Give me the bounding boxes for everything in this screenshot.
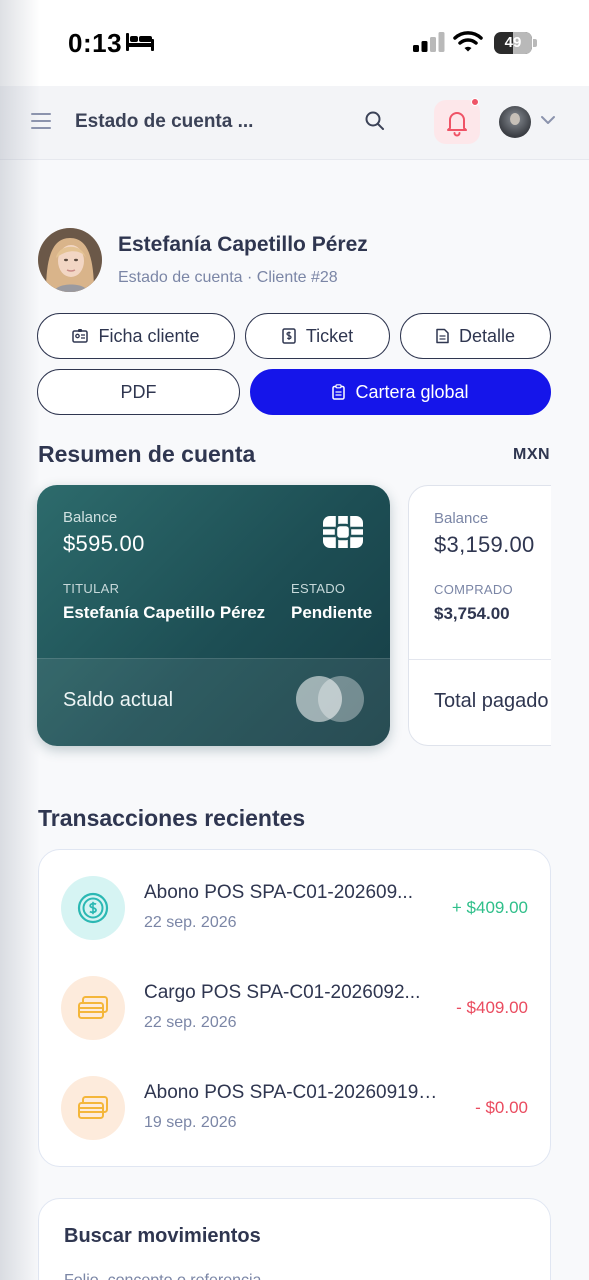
pdf-button[interactable]: PDF: [37, 369, 240, 415]
transaction-date: 19 sep. 2026: [144, 1114, 237, 1131]
search-button[interactable]: [358, 104, 392, 138]
transaction-date: 22 sep. 2026: [144, 1014, 237, 1031]
client-name: Estefanía Capetillo Pérez: [118, 233, 368, 256]
titular-value: Estefanía Capetillo Pérez: [63, 603, 266, 622]
balance-value: $3,159.00: [434, 532, 535, 557]
transaction-amount: + $409.00: [451, 898, 528, 917]
estado-label: ESTADO: [291, 581, 346, 596]
total-pagado-label: Total pagado: [434, 690, 549, 712]
ficha-cliente-button[interactable]: Ficha cliente: [37, 313, 235, 359]
transactions-title: Transacciones recientes: [38, 805, 306, 831]
transaction-date: 22 sep. 2026: [144, 914, 237, 931]
dollar-coin-icon: [61, 876, 125, 940]
transaction-name: Cargo POS SPA-C01-2026092...: [144, 982, 421, 1003]
search-movements-card: Buscar movimientos Folio, concepto o ref…: [38, 1198, 551, 1280]
clipboard-icon: [332, 384, 346, 400]
sleep-focus-icon: [126, 33, 154, 51]
list-item[interactable]: Abono POS SPA-C01-20260919-... 19 sep. 2…: [39, 1050, 550, 1150]
cards-icon: [61, 976, 125, 1040]
ficha-cliente-label: Ficha cliente: [98, 325, 200, 346]
header-title: Estado de cuenta ...: [75, 111, 254, 132]
search-icon: [365, 111, 384, 130]
wifi-icon: [453, 31, 483, 52]
cards-icon: [61, 1076, 125, 1140]
balance-card-secondary[interactable]: Balance $3,159.00 COMPRADO $3,754.00 Tot…: [408, 485, 551, 746]
titular-label: TITULAR: [63, 581, 120, 596]
transaction-amount: - $409.00: [456, 998, 528, 1017]
client-subtitle: Estado de cuenta · Cliente #28: [118, 269, 338, 286]
list-item[interactable]: Cargo POS SPA-C01-2026092... 22 sep. 202…: [39, 950, 550, 1050]
ticket-button[interactable]: Ticket: [245, 313, 390, 359]
ticket-label: Ticket: [305, 325, 354, 346]
balance-value: $595.00: [63, 531, 145, 556]
cell-signal-icon: [413, 32, 445, 52]
balance-card-primary[interactable]: Balance $595.00 TITULAR Estefanía Capeti…: [37, 485, 390, 746]
cartera-global-label: Cartera global: [355, 381, 469, 402]
client-avatar: [38, 228, 102, 292]
balance-label: Balance: [434, 510, 489, 527]
bell-icon: [447, 112, 467, 137]
resumen-title: Resumen de cuenta: [38, 441, 256, 467]
card-divider: [409, 659, 551, 660]
search-movements-title: Buscar movimientos: [64, 1225, 261, 1247]
detalle-button[interactable]: Detalle: [400, 313, 551, 359]
battery-level: 49: [504, 34, 522, 51]
currency-selector[interactable]: MXN: [513, 446, 550, 464]
cartera-global-button[interactable]: Cartera global: [250, 369, 551, 415]
estado-value: Pendiente: [291, 603, 373, 622]
battery-indicator: 49: [494, 32, 538, 54]
status-bar: 0:13 49: [0, 0, 589, 86]
app-header: Estado de cuenta ...: [0, 86, 589, 160]
status-time: 0:13: [68, 28, 123, 58]
id-card-icon: [72, 329, 89, 343]
notification-dot: [471, 98, 479, 106]
search-movements-subtitle: Folio, concepto o referencia: [64, 1272, 261, 1280]
transactions-list: Abono POS SPA-C01-202609... 22 sep. 2026…: [38, 849, 551, 1167]
user-avatar[interactable]: [499, 106, 531, 138]
transaction-amount: - $0.00: [475, 1098, 528, 1117]
comprado-label: COMPRADO: [434, 582, 513, 597]
pdf-label: PDF: [120, 381, 157, 402]
notifications-button[interactable]: [434, 100, 480, 144]
menu-icon[interactable]: [31, 112, 51, 130]
transaction-name: Abono POS SPA-C01-202609...: [144, 882, 413, 903]
edge-shadow: [0, 0, 40, 1280]
saldo-actual-label: Saldo actual: [63, 689, 174, 711]
transaction-name: Abono POS SPA-C01-20260919-...: [144, 1082, 439, 1103]
list-item[interactable]: Abono POS SPA-C01-202609... 22 sep. 2026…: [39, 850, 550, 950]
detalle-label: Detalle: [458, 325, 516, 346]
comprado-value: $3,754.00: [434, 604, 510, 623]
receipt-icon: [282, 328, 296, 344]
chevron-down-icon[interactable]: [540, 114, 556, 126]
balance-label: Balance: [63, 509, 118, 526]
card-chip-icon: [323, 516, 363, 548]
card-brand-circles-icon: [296, 676, 366, 722]
document-icon: [436, 328, 449, 344]
